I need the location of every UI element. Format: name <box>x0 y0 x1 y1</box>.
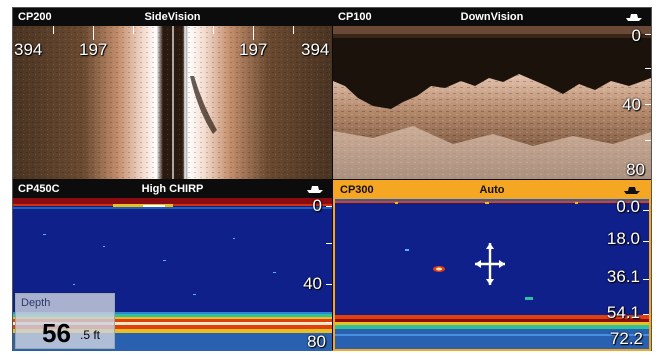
depth-scale-label: 18.0 <box>606 229 640 248</box>
downvision-image[interactable]: 0 40 80 <box>333 26 651 179</box>
range-label: 197 <box>79 40 108 59</box>
pane-sidevision[interactable]: CP200 SideVision 394 197 197 394 <box>13 8 332 179</box>
depth-scale-label: 0 <box>312 198 322 215</box>
range-tick <box>213 26 214 34</box>
range-label: 394 <box>301 40 330 59</box>
depth-scale-label: 0.0 <box>616 199 640 216</box>
depth-tick <box>643 210 649 211</box>
depth-tick <box>326 206 332 207</box>
pane-title-bar[interactable]: CP450C High CHIRP <box>13 180 332 198</box>
depth-tick <box>326 322 332 323</box>
downvision-sonar-image <box>333 26 651 179</box>
pane-auto[interactable]: CP300 Auto 0.0 18.0 36.1 54.1 72.2 <box>333 180 651 351</box>
depth-tick <box>326 243 332 244</box>
pane-high-chirp[interactable]: CP450C High CHIRP 0 40 80 Depth 56 .5 ft <box>13 180 332 351</box>
depth-scale-label: 40 <box>303 274 322 293</box>
depth-scale-label: 54.1 <box>606 303 640 322</box>
pane-title-bar[interactable]: CP200 SideVision <box>13 8 332 26</box>
pane-title-bar[interactable]: CP100 DownVision <box>333 8 651 26</box>
depth-scale-label: 80 <box>626 160 645 179</box>
depth-tick <box>645 104 651 105</box>
sonar-mode-label: Auto <box>479 184 505 196</box>
range-tick <box>133 26 134 34</box>
depth-readout-value: 56 <box>42 318 71 348</box>
range-tick <box>53 26 54 34</box>
depth-scale-label: 0 <box>631 26 641 45</box>
boat-icon <box>307 186 323 193</box>
depth-readout-unit: .5 ft <box>80 328 101 342</box>
depth-readout-label: Depth <box>21 297 51 309</box>
boat-icon <box>626 14 642 21</box>
chirp-image[interactable]: 0 40 80 Depth 56 .5 ft <box>13 198 332 351</box>
depth-tick <box>643 241 649 242</box>
depth-tick <box>645 68 651 69</box>
pane-downvision[interactable]: CP100 DownVision 0 40 80 <box>333 8 651 179</box>
range-label: 394 <box>14 40 43 59</box>
range-tick <box>93 26 94 40</box>
depth-scale-label: 72.2 <box>609 329 643 348</box>
sidevision-image[interactable]: 394 197 197 394 <box>13 26 332 179</box>
depth-tick <box>643 314 649 315</box>
pane-title-bar-active[interactable]: CP300 Auto <box>335 182 649 199</box>
sonar-display: CP200 SideVision 394 197 197 394 CP100 D… <box>12 7 652 351</box>
sonar-mode-label: DownVision <box>460 11 524 23</box>
range-tick <box>293 26 294 34</box>
sonar-mode-label: SideVision <box>144 11 201 23</box>
crosshair-cursor-icon[interactable] <box>475 243 505 285</box>
depth-scale-label: 80 <box>307 332 326 351</box>
range-tick <box>253 26 254 40</box>
depth-tick <box>326 284 332 285</box>
sidevision-sonar-image <box>13 26 332 179</box>
depth-readout-box[interactable]: Depth 56 .5 ft <box>15 293 115 349</box>
range-label: 197 <box>239 40 268 59</box>
depth-scale-label: 40 <box>622 95 641 114</box>
depth-scale-label: 36.1 <box>606 267 640 286</box>
depth-tick <box>645 34 651 35</box>
sonar-mode-label: High CHIRP <box>141 183 204 195</box>
depth-tick <box>643 279 649 280</box>
depth-tick <box>645 140 651 141</box>
auto-sonar-image[interactable]: 0.0 18.0 36.1 54.1 72.2 <box>335 199 649 349</box>
boat-icon <box>624 187 640 194</box>
